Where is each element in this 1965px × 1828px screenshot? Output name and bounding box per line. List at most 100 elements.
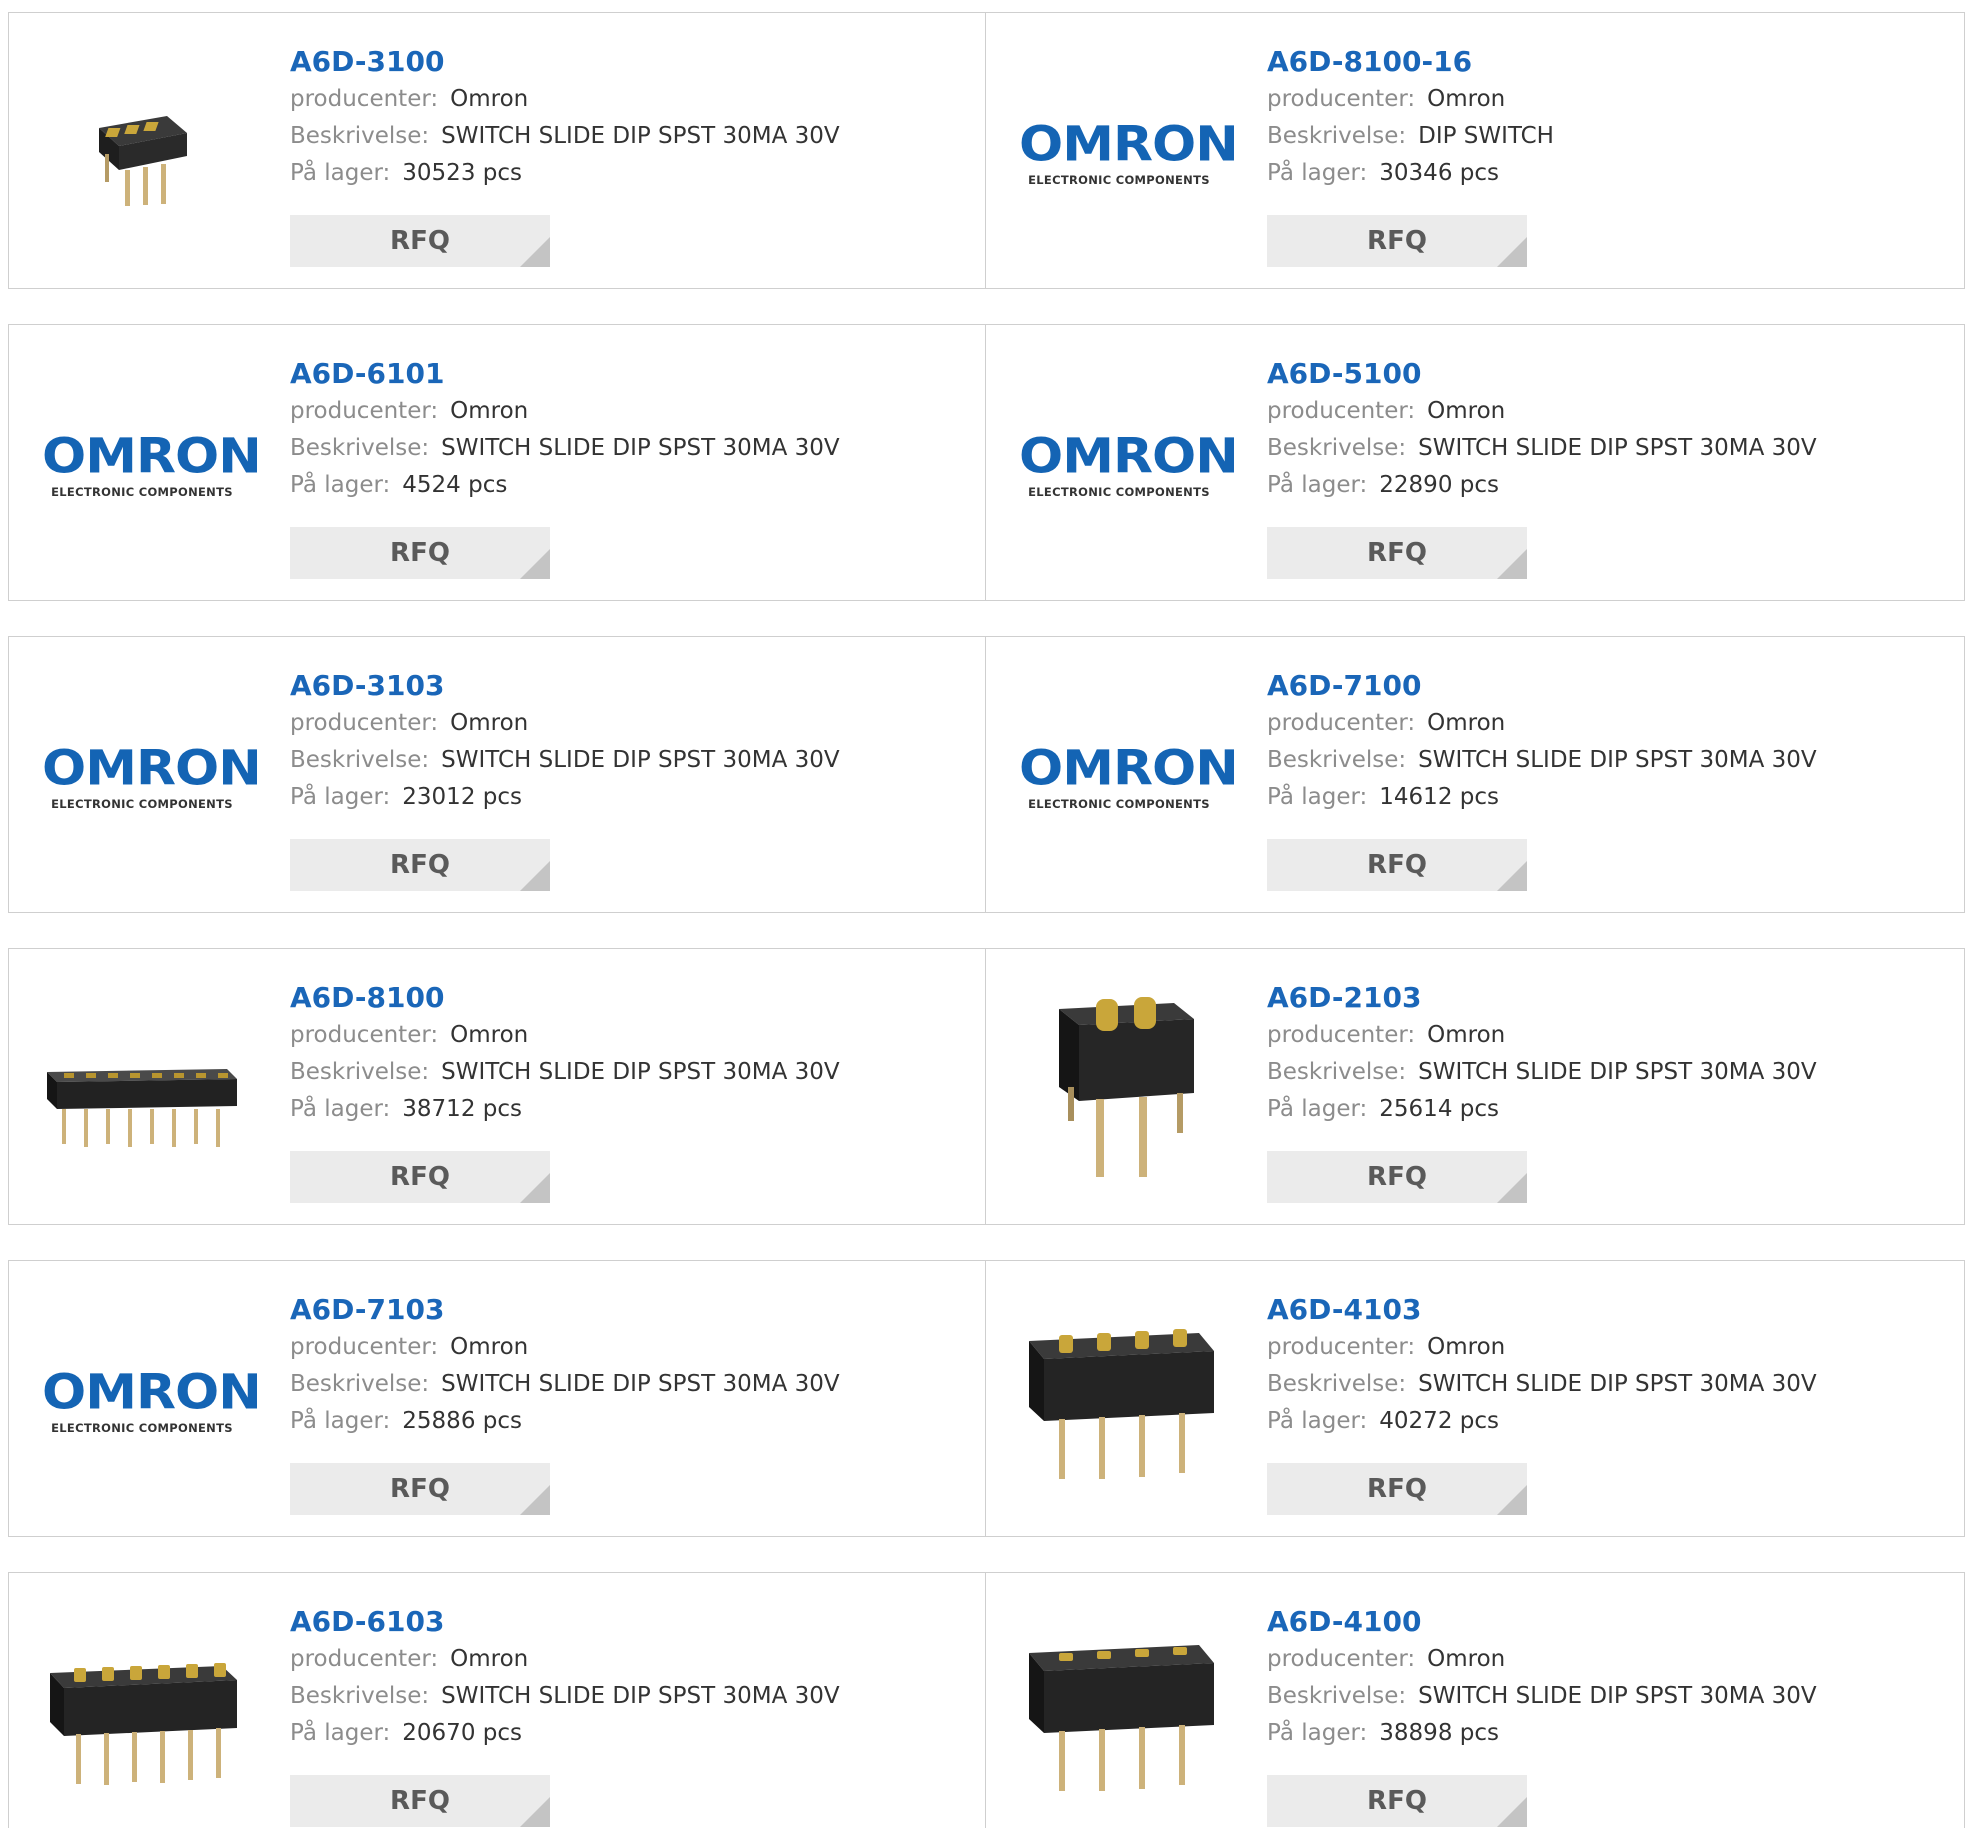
stock-value: 23012 pcs [402, 784, 522, 810]
rfq-button[interactable]: RFQ [290, 839, 550, 891]
rfq-label: RFQ [390, 850, 450, 880]
product-row: OMRON ELECTRONIC COMPONENTS A6D-6101 pro… [8, 324, 1965, 601]
stock-value: 20670 pcs [402, 1720, 522, 1746]
dip-switch-3-icon [99, 116, 187, 206]
dip-switch-4-icon [1029, 1645, 1214, 1791]
description-value: SWITCH SLIDE DIP SPST 30MA 30V [441, 123, 840, 149]
rfq-button[interactable]: RFQ [290, 1151, 550, 1203]
product-image[interactable] [1019, 989, 1219, 1189]
product-image[interactable]: OMRON ELECTRONIC COMPONENTS [42, 365, 262, 565]
rfq-button[interactable]: RFQ [1267, 1775, 1527, 1827]
dip-switch-4-icon [1029, 1329, 1214, 1479]
manufacturer-value: Omron [450, 710, 529, 736]
corner-triangle-icon [1497, 861, 1527, 891]
product-part-number-link[interactable]: A6D-4103 [1267, 1291, 1817, 1329]
manufacturer-label: producenter: [1267, 398, 1416, 424]
product-image[interactable] [1019, 1301, 1219, 1501]
omron-logo-sub: ELECTRONIC COMPONENTS [51, 797, 233, 811]
manufacturer-value: Omron [450, 1022, 529, 1048]
rfq-label: RFQ [1367, 226, 1427, 256]
stock-label: På lager: [290, 1408, 391, 1434]
corner-triangle-icon [520, 1173, 550, 1203]
product-row: A6D-6103 producenter: Omron Beskrivelse: S… [8, 1572, 1965, 1828]
rfq-button[interactable]: RFQ [1267, 839, 1527, 891]
rfq-button[interactable]: RFQ [1267, 1463, 1527, 1515]
product-part-number-link[interactable]: A6D-7100 [1267, 667, 1817, 705]
description-value: SWITCH SLIDE DIP SPST 30MA 30V [1418, 435, 1817, 461]
manufacturer-value: Omron [1427, 86, 1506, 112]
stock-value: 40272 pcs [1379, 1408, 1499, 1434]
product-image[interactable]: OMRON ELECTRONIC COMPONENTS [1019, 365, 1239, 565]
product-image[interactable] [42, 53, 242, 253]
manufacturer-value: Omron [1427, 398, 1506, 424]
stock-value: 25614 pcs [1379, 1096, 1499, 1122]
rfq-button[interactable]: RFQ [1267, 527, 1527, 579]
product-part-number-link[interactable]: A6D-4100 [1267, 1603, 1817, 1641]
omron-logo: OMRON ELECTRONIC COMPONENTS [42, 743, 262, 811]
rfq-button[interactable]: RFQ [290, 215, 550, 267]
corner-triangle-icon [1497, 1797, 1527, 1827]
stock-value: 25886 pcs [402, 1408, 522, 1434]
dip-switch-2-icon [1059, 997, 1194, 1177]
product-image[interactable] [42, 1613, 242, 1813]
description-value: SWITCH SLIDE DIP SPST 30MA 30V [1418, 1371, 1817, 1397]
product-card: A6D-4100 producenter: Omron Beskrivelse: S… [986, 1572, 1965, 1828]
rfq-button[interactable]: RFQ [1267, 215, 1527, 267]
product-part-number-link[interactable]: A6D-6101 [290, 355, 840, 393]
product-part-number-link[interactable]: A6D-8100-16 [1267, 43, 1554, 81]
stock-value: 4524 pcs [402, 472, 508, 498]
rfq-button[interactable]: RFQ [1267, 1151, 1527, 1203]
manufacturer-label: producenter: [1267, 710, 1416, 736]
omron-logo-word: OMRON [42, 1365, 262, 1421]
corner-triangle-icon [520, 861, 550, 891]
product-card: A6D-2103 producenter: Omron Beskrivelse: S… [986, 948, 1965, 1225]
product-card: OMRON ELECTRONIC COMPONENTS A6D-7100 pro… [986, 636, 1965, 913]
product-image[interactable] [1019, 1613, 1219, 1813]
stock-label: På lager: [290, 1720, 391, 1746]
corner-triangle-icon [520, 1485, 550, 1515]
manufacturer-value: Omron [450, 1334, 529, 1360]
omron-logo-sub: ELECTRONIC COMPONENTS [1028, 485, 1210, 499]
product-part-number-link[interactable]: A6D-3100 [290, 43, 840, 81]
rfq-button[interactable]: RFQ [290, 1463, 550, 1515]
product-part-number-link[interactable]: A6D-7103 [290, 1291, 840, 1329]
rfq-button[interactable]: RFQ [290, 527, 550, 579]
product-image[interactable] [42, 989, 242, 1189]
product-part-number-link[interactable]: A6D-5100 [1267, 355, 1817, 393]
omron-logo-word: OMRON [1019, 741, 1239, 797]
product-image[interactable]: OMRON ELECTRONIC COMPONENTS [1019, 53, 1239, 253]
rfq-label: RFQ [390, 1162, 450, 1192]
product-row: OMRON ELECTRONIC COMPONENTS A6D-3103 pro… [8, 636, 1965, 913]
manufacturer-value: Omron [1427, 710, 1506, 736]
product-part-number-link[interactable]: A6D-3103 [290, 667, 840, 705]
corner-triangle-icon [520, 1797, 550, 1827]
manufacturer-label: producenter: [290, 398, 439, 424]
product-image[interactable]: OMRON ELECTRONIC COMPONENTS [42, 677, 262, 877]
product-card: A6D-8100 producenter: Omron Beskrivelse: S… [8, 948, 986, 1225]
product-part-number-link[interactable]: A6D-8100 [290, 979, 840, 1017]
stock-label: På lager: [1267, 1096, 1368, 1122]
corner-triangle-icon [1497, 237, 1527, 267]
manufacturer-value: Omron [450, 1646, 529, 1672]
description-value: SWITCH SLIDE DIP SPST 30MA 30V [441, 1059, 840, 1085]
product-card: A6D-3100 producenter: Omron Beskrivelse: S… [8, 12, 986, 289]
stock-value: 30346 pcs [1379, 160, 1499, 186]
dip-switch-8-icon [47, 1069, 237, 1147]
corner-triangle-icon [1497, 549, 1527, 579]
manufacturer-label: producenter: [1267, 86, 1416, 112]
product-row: A6D-8100 producenter: Omron Beskrivelse: S… [8, 948, 1965, 1225]
omron-logo: OMRON ELECTRONIC COMPONENTS [1019, 741, 1239, 811]
stock-value: 38712 pcs [402, 1096, 522, 1122]
stock-label: På lager: [1267, 472, 1368, 498]
stock-label: På lager: [290, 1096, 391, 1122]
product-image[interactable]: OMRON ELECTRONIC COMPONENTS [42, 1301, 262, 1501]
product-image[interactable]: OMRON ELECTRONIC COMPONENTS [1019, 677, 1239, 877]
manufacturer-value: Omron [1427, 1022, 1506, 1048]
manufacturer-value: Omron [1427, 1334, 1506, 1360]
description-label: Beskrivelse: [1267, 747, 1407, 773]
description-value: SWITCH SLIDE DIP SPST 30MA 30V [1418, 1059, 1817, 1085]
rfq-button[interactable]: RFQ [290, 1775, 550, 1827]
product-part-number-link[interactable]: A6D-2103 [1267, 979, 1817, 1017]
product-part-number-link[interactable]: A6D-6103 [290, 1603, 840, 1641]
stock-label: På lager: [290, 784, 391, 810]
